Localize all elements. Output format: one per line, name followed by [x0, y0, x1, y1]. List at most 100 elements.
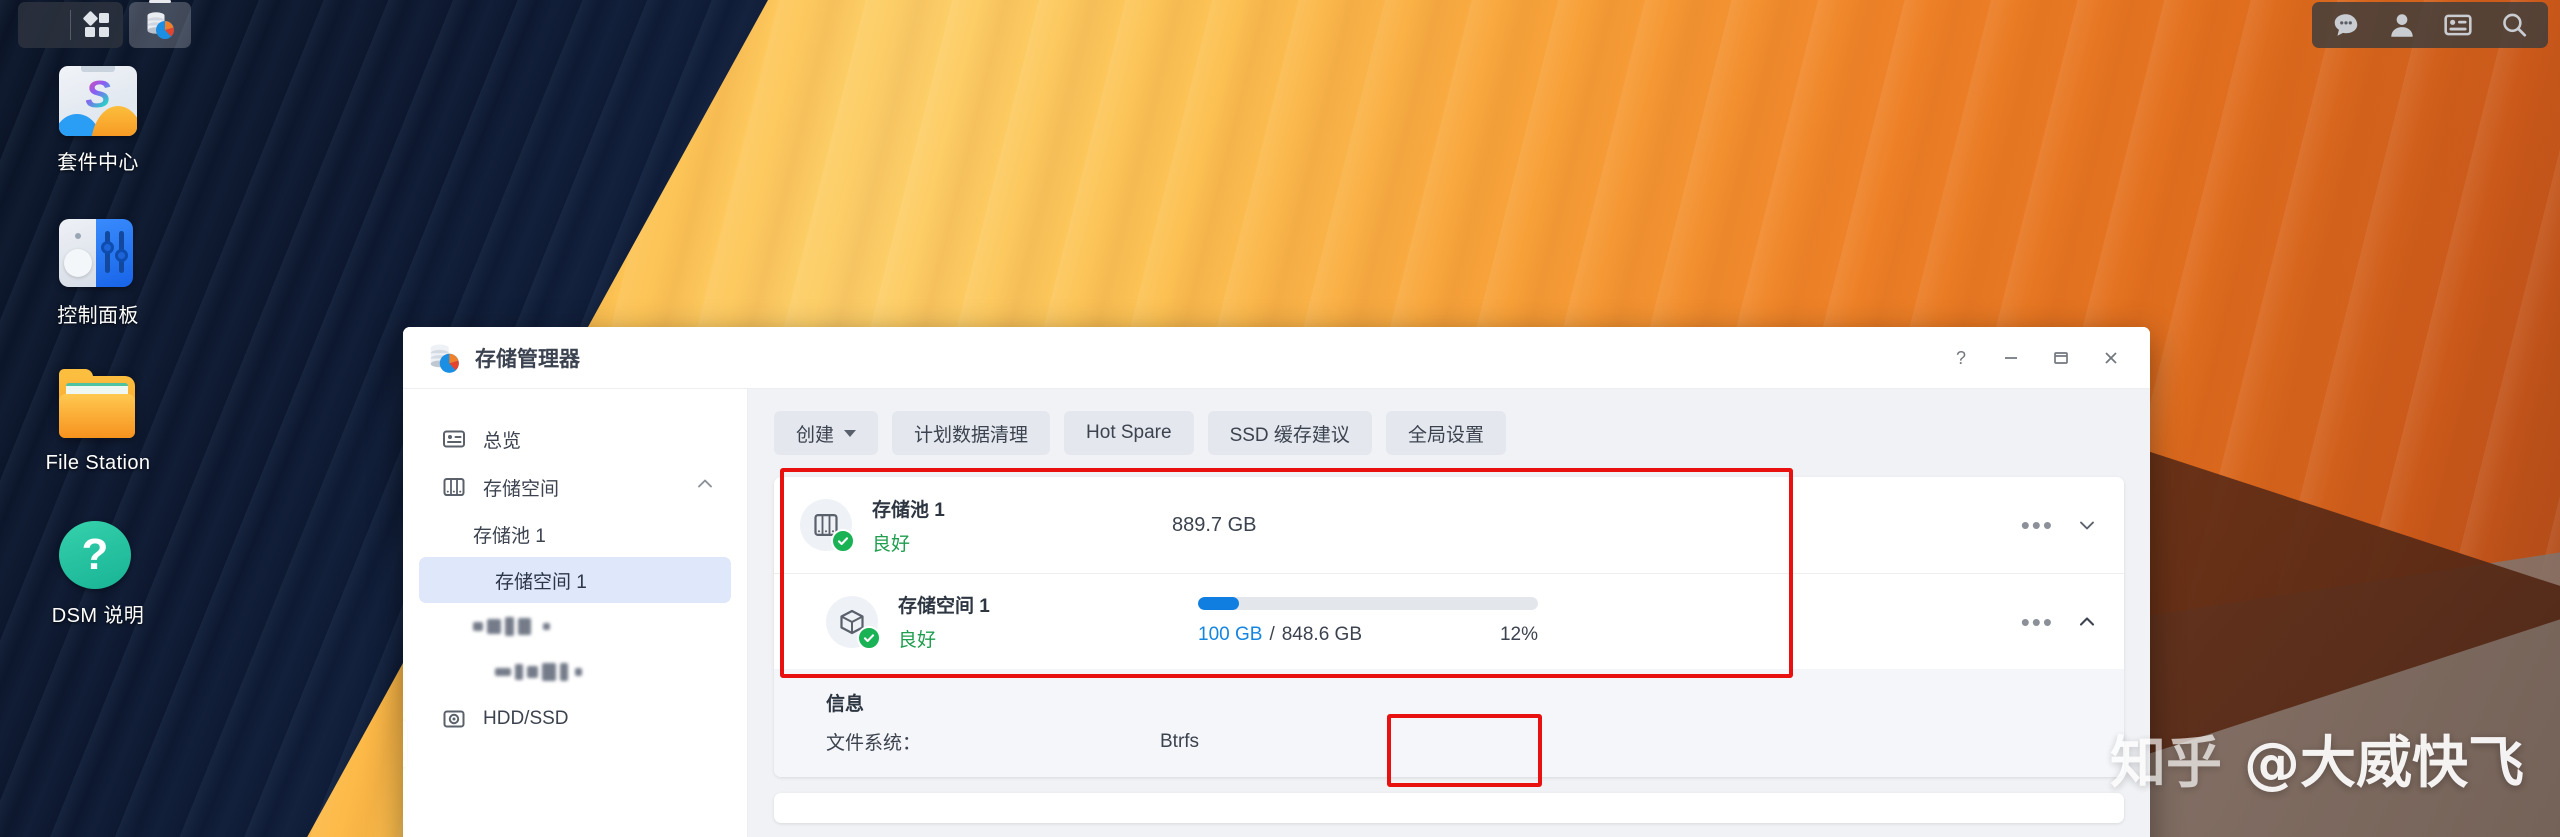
window-body: 总览 存储空间 存储池 1 存储空间 1 HDD/SSD 创建 计划数据清理 H…: [403, 389, 2150, 837]
maximize-button[interactable]: [2038, 335, 2084, 381]
volume-row[interactable]: 存储空间 1 良好 100 GB / 848.6 GB 12% •••: [774, 573, 2124, 669]
storage-pool-card: 存储池 1 良好 889.7 GB ••• 存储空间 1 良好 100 GB /…: [774, 477, 2124, 777]
sidebar-item-redacted-1[interactable]: [419, 603, 731, 649]
storage-pool-actions: •••: [2021, 512, 2098, 538]
hot-spare-button-label: Hot Spare: [1086, 422, 1172, 443]
volume-info-panel: 信息 文件系统： Btrfs: [774, 669, 2124, 777]
global-settings-button[interactable]: 全局设置: [1385, 411, 1506, 455]
sidebar: 总览 存储空间 存储池 1 存储空间 1 HDD/SSD: [403, 389, 748, 837]
taskbar-left-group: [18, 2, 191, 48]
volume-names: 存储空间 1 良好: [898, 591, 1198, 652]
global-settings-button-label: 全局设置: [1407, 424, 1484, 446]
window-title: 存储管理器: [475, 347, 580, 371]
storage-pool-row[interactable]: 存储池 1 良好 889.7 GB •••: [774, 477, 2124, 573]
desktop-icon-label: 套件中心: [57, 152, 139, 174]
desktop-icon-label: DSM 说明: [51, 605, 145, 627]
next-card-stub: [774, 793, 2124, 823]
usage-progress-track: [1198, 597, 1538, 610]
close-button[interactable]: [2088, 335, 2134, 381]
control-panel-icon: [59, 211, 137, 289]
volume-usage: 100 GB / 848.6 GB 12%: [1198, 597, 1538, 646]
overview-icon: [441, 426, 467, 452]
help-button[interactable]: ?: [1938, 335, 1984, 381]
create-button[interactable]: 创建: [774, 411, 879, 455]
volume-chevron-up-icon[interactable]: [2076, 611, 2098, 633]
sidebar-item-storage[interactable]: 存储空间: [413, 463, 737, 511]
desktop-icon-label: 控制面板: [57, 305, 139, 327]
volume-used: 100 GB: [1198, 624, 1263, 645]
healthy-check-icon: [831, 529, 855, 553]
hdd-ssd-icon: [441, 706, 467, 732]
sidebar-item-label: 存储池 1: [473, 525, 546, 547]
sidebar-item-volume-1[interactable]: 存储空间 1: [419, 557, 731, 603]
filesystem-value: Btrfs: [1160, 730, 1200, 752]
window-controls: ?: [1938, 335, 2134, 381]
filesystem-row: 文件系统： Btrfs: [826, 728, 2098, 755]
usage-labels: 100 GB / 848.6 GB 12%: [1198, 624, 1538, 646]
storage-pool-more-icon[interactable]: •••: [2021, 512, 2054, 538]
user-account-icon[interactable]: [2376, 2, 2428, 48]
taskbar-right-group: [2312, 2, 2548, 48]
scheduled-data-scrubbing-button[interactable]: 计划数据清理: [892, 411, 1051, 455]
volume-total: 848.6 GB: [1281, 624, 1362, 645]
taskbar-pill: [18, 2, 123, 48]
volume-more-icon[interactable]: •••: [2021, 609, 2054, 635]
window-titlebar[interactable]: 存储管理器 ?: [403, 327, 2150, 389]
taskbar-app-storage-manager[interactable]: [129, 2, 191, 48]
sidebar-item-label: HDD/SSD: [483, 708, 569, 729]
storage-manager-window: 存储管理器 ? 总览 存储空间 存储池 1 存储空间 1 HDD/SSD 创建 …: [403, 327, 2150, 837]
desktop-icon-package-center[interactable]: S 套件中心: [0, 58, 196, 175]
sidebar-item-overview[interactable]: 总览: [413, 415, 737, 463]
show-desktop-icon[interactable]: [18, 2, 70, 48]
ssd-cache-button-label: SSD 缓存建议: [1229, 424, 1350, 446]
volume-status: 良好: [898, 630, 937, 651]
sidebar-item-label: 总览: [483, 430, 522, 452]
sidebar-resize-handle[interactable]: [403, 721, 407, 767]
toolbar: 创建 计划数据清理 Hot Spare SSD 缓存建议 全局设置: [774, 411, 2124, 455]
volume-actions: •••: [2021, 609, 2098, 635]
sidebar-item-storage-pool-1[interactable]: 存储池 1: [419, 511, 731, 557]
storage-manager-icon: [427, 341, 461, 375]
content-area: 创建 计划数据清理 Hot Spare SSD 缓存建议 全局设置 存储池 1 …: [748, 389, 2150, 837]
taskbar: [0, 0, 2560, 52]
sidebar-item-label: 存储空间 1: [495, 571, 587, 593]
search-icon[interactable]: [2488, 2, 2540, 48]
storage-pool-size: 889.7 GB: [1172, 513, 1257, 536]
desktop-icon-dsm-help[interactable]: ? DSM 说明: [0, 511, 196, 628]
volume-percent: 12%: [1499, 624, 1538, 645]
svg-text:?: ?: [1956, 348, 1966, 368]
package-center-icon: S: [59, 58, 137, 136]
chevron-up-icon[interactable]: [695, 474, 715, 500]
create-button-label: 创建: [796, 424, 835, 446]
redacted-label: [473, 616, 554, 636]
storage-pool-name: 存储池 1: [872, 499, 945, 521]
minimize-button[interactable]: [1988, 335, 2034, 381]
desktop-icon-control-panel[interactable]: 控制面板: [0, 211, 196, 328]
desktop-icon-label: File Station: [45, 452, 151, 474]
ssd-cache-advisor-button[interactable]: SSD 缓存建议: [1207, 411, 1372, 455]
desktop-icon-list: S 套件中心 控制面板 File Station ? DSM 说明: [0, 58, 196, 664]
storage-pool-status: 良好: [872, 533, 911, 555]
hot-spare-button[interactable]: Hot Spare: [1064, 411, 1194, 455]
scrubbing-button-label: 计划数据清理: [914, 424, 1029, 446]
info-title: 信息: [826, 694, 865, 715]
desktop-icon-file-station[interactable]: File Station: [0, 364, 196, 475]
redacted-label: [495, 663, 586, 681]
healthy-check-icon: [857, 625, 881, 650]
widgets-icon[interactable]: [2432, 2, 2484, 48]
desktop: S 套件中心 控制面板 File Station ? DSM 说明 存储管理器 …: [0, 0, 2560, 837]
dsm-help-icon: ?: [59, 511, 137, 589]
grid-apps-icon[interactable]: [71, 2, 123, 48]
storage-pool-names: 存储池 1 良好: [872, 495, 1172, 556]
storage-pool-icon: [800, 499, 855, 553]
sidebar-item-hdd-ssd[interactable]: HDD/SSD: [413, 695, 737, 743]
usage-separator: /: [1269, 624, 1275, 645]
storage-icon: [441, 474, 467, 500]
sidebar-item-redacted-2[interactable]: [419, 649, 731, 695]
notifications-icon[interactable]: [2320, 2, 2372, 48]
usage-progress-fill: [1198, 597, 1239, 610]
volume-name: 存储空间 1: [898, 596, 990, 617]
filesystem-label: 文件系统：: [826, 733, 922, 754]
storage-pool-chevron-down-icon[interactable]: [2076, 514, 2098, 536]
file-station-icon: [59, 364, 137, 442]
